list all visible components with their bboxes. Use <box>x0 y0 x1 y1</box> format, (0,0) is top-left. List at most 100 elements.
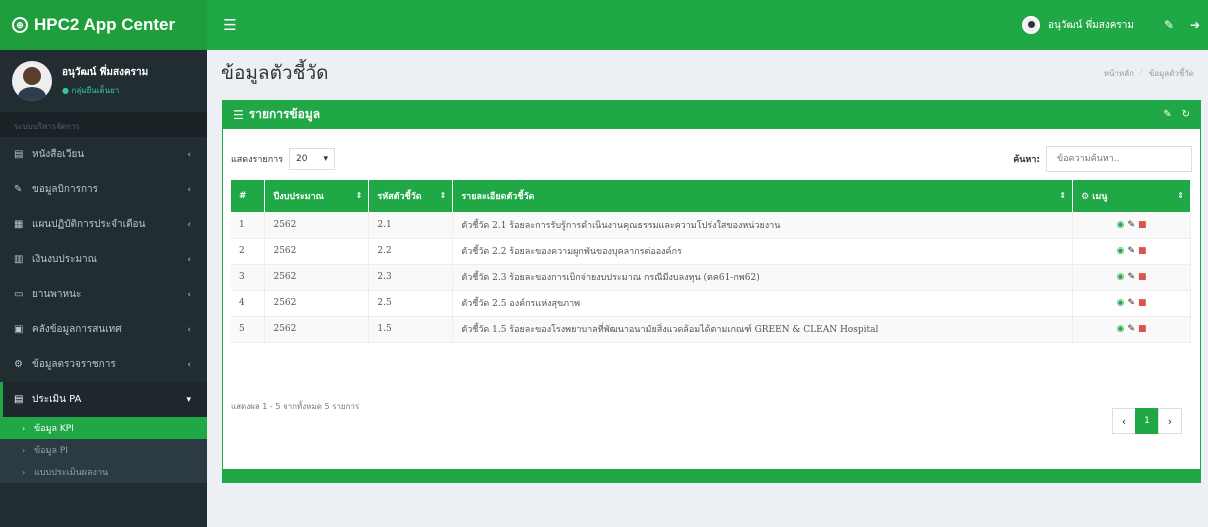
cell-detail: ตัวชี้วัด 2.2 ร้อยละของความผูกพันของบุคล… <box>452 238 1074 265</box>
breadcrumb: หน้าหลัก / ข้อมูลตัวชี้วัด <box>1104 67 1194 80</box>
sidebar-subitem-label: ข้อมูล KPI <box>34 424 74 434</box>
navbar-user-name: อนุวัฒน์ พึ่มสงคราม <box>1048 19 1134 31</box>
sidebar-item-budget[interactable]: ▥ เงินงบประมาณ ‹ <box>0 242 207 277</box>
chevron-left-icon: ‹ <box>187 289 191 300</box>
breadcrumb-home[interactable]: หน้าหลัก <box>1104 67 1134 80</box>
sidebar-subitem-label: แบบประเมินผลงาน <box>34 468 109 478</box>
gear-icon: ⚙ <box>1081 192 1093 202</box>
table-icon: ▤ <box>14 394 24 405</box>
chevron-down-icon: ▾ <box>323 154 329 164</box>
sidebar-item-service-info[interactable]: ✎ ขอมูลบิการการ ‹ <box>0 172 207 207</box>
image-icon: ▣ <box>14 324 24 335</box>
page-length-label: แสดงรายการ <box>231 155 284 165</box>
sidebar-item-label: แผนปฏิบัติการประจำเดือน <box>32 219 146 230</box>
sidebar-submenu: › ข้อมูล KPI › ข้อมูล PI › แบบประเมินผลง… <box>0 417 207 483</box>
chevron-left-icon: ‹ <box>187 184 191 195</box>
view-icon[interactable]: ◉ <box>1117 324 1125 334</box>
circle-icon: › <box>22 467 26 477</box>
sidebar-user-status: ● กลุ่มยืนเด็นยา <box>62 86 120 95</box>
table-header-row: # ปีงบประมาณ ⇕ รหัสตัวชี้วัด ⇕ รายละเอียดต… <box>231 180 1191 212</box>
sidebar-subitem-kpi[interactable]: › ข้อมูล KPI <box>0 417 207 439</box>
col-header-menu[interactable]: ⚙ เมนู ⇕ <box>1072 180 1191 212</box>
edit-icon[interactable]: ✎ <box>1127 272 1135 282</box>
edit-icon[interactable]: ✎ <box>1127 246 1135 256</box>
delete-icon[interactable]: ■ <box>1138 272 1147 282</box>
cell-year: 2562 <box>264 290 370 317</box>
sidebar-item-vehicles[interactable]: ▭ ยานพาหนะ ‹ <box>0 277 207 312</box>
col-header-detail[interactable]: รายละเอียดตัวชี้วัด ⇕ <box>452 180 1074 212</box>
circle-icon: › <box>22 423 26 433</box>
navbar-avatar <box>1022 16 1041 34</box>
wrench-icon[interactable]: ✎ <box>1156 18 1182 32</box>
breadcrumb-separator: / <box>1140 66 1143 76</box>
delete-icon[interactable]: ■ <box>1138 220 1147 230</box>
envelope-icon: ▤ <box>14 149 24 160</box>
chevron-left-icon: ‹ <box>187 359 191 370</box>
sidebar-item-information-store[interactable]: ▣ คลังข้อมูลการสนเทศ ‹ <box>0 312 207 347</box>
sidebar-item-inspection[interactable]: ⚙ ข้อมูลตรวจราชการ ‹ <box>0 347 207 382</box>
kpi-table: # ปีงบประมาณ ⇕ รหัสตัวชี้วัด ⇕ รายละเอียดต… <box>231 180 1191 343</box>
delete-icon[interactable]: ■ <box>1138 298 1147 308</box>
search-label: ค้นหา: <box>1013 155 1040 165</box>
cell-actions: ◉ ✎ ■ <box>1072 238 1191 265</box>
table-row: 5 2562 1.5 ตัวชี้วัด 1.5 ร้อยละของโรงพยา… <box>231 316 1191 343</box>
pagination-next-button[interactable]: › <box>1158 408 1182 434</box>
cell-code: 2.1 <box>368 212 454 239</box>
delete-icon[interactable]: ■ <box>1138 246 1147 256</box>
gear-icon: ⚙ <box>14 359 23 370</box>
view-icon[interactable]: ◉ <box>1117 220 1125 230</box>
navbar-user-menu[interactable]: อนุวัฒน์ พึ่มสงคราม <box>1022 16 1134 34</box>
sidebar-item-monthly-plan[interactable]: ▦ แผนปฏิบัติการประจำเดือน ‹ <box>0 207 207 242</box>
edit-icon[interactable]: ✎ <box>1127 324 1135 334</box>
sidebar-subitem-evaluation-form[interactable]: › แบบประเมินผลงาน <box>0 461 207 483</box>
sign-out-icon[interactable]: ➔ <box>1182 18 1208 32</box>
cell-year: 2562 <box>264 238 370 265</box>
sidebar-subitem-pi[interactable]: › ข้อมูล PI <box>0 439 207 461</box>
refresh-icon[interactable]: ↻ <box>1182 109 1190 120</box>
cell-year: 2562 <box>264 264 370 291</box>
sidebar-toggle-icon[interactable]: ☰ <box>215 16 245 34</box>
cell-actions: ◉ ✎ ■ <box>1072 290 1191 317</box>
col-header-year[interactable]: ปีงบประมาณ ⇕ <box>264 180 370 212</box>
sidebar-menu-header: ระบบบริหารจัดการ <box>0 112 207 137</box>
list-icon: ☰ <box>233 107 244 122</box>
money-icon: ▥ <box>14 254 24 265</box>
page-length-value: 20 <box>296 154 308 164</box>
delete-icon[interactable]: ■ <box>1138 324 1147 334</box>
app-title: HPC2 App Center <box>34 15 176 34</box>
sidebar-item-circular-letters[interactable]: ▤ หนังสือเวียน ‹ <box>0 137 207 172</box>
pagination-prev-button[interactable]: ‹ <box>1112 408 1136 434</box>
chevron-left-icon: ‹ <box>187 149 191 160</box>
view-icon[interactable]: ◉ <box>1117 272 1125 282</box>
chevron-left-icon: ‹ <box>187 324 191 335</box>
sidebar-item-label: คลังข้อมูลการสนเทศ <box>32 324 122 335</box>
pagination-page-button[interactable]: 1 <box>1135 408 1159 434</box>
cell-code: 2.2 <box>368 238 454 265</box>
cell-code: 2.5 <box>368 290 454 317</box>
wrench-tool-icon[interactable]: ✎ <box>1163 109 1171 120</box>
sort-icon: ⇕ <box>1177 191 1184 200</box>
view-icon[interactable]: ◉ <box>1117 246 1125 256</box>
chevron-down-icon: ▾ <box>186 394 191 405</box>
col-header-code[interactable]: รหัสตัวชี้วัด ⇕ <box>368 180 454 212</box>
cell-actions: ◉ ✎ ■ <box>1072 264 1191 291</box>
edit-icon[interactable]: ✎ <box>1127 298 1135 308</box>
app-logo[interactable]: ⊕ HPC2 App Center <box>0 0 207 50</box>
edit-icon[interactable]: ✎ <box>1127 220 1135 230</box>
table-row: 3 2562 2.3 ตัวชี้วัด 2.3 ร้อยละของการเบิ… <box>231 264 1191 291</box>
cell-code: 1.5 <box>368 316 454 343</box>
pagination: ‹ 1 › <box>1112 408 1182 434</box>
col-header-number[interactable]: # <box>231 180 266 212</box>
circle-icon: › <box>22 445 26 455</box>
sidebar: อนุวัฒน์ พึ่มสงคราม ● กลุ่มยืนเด็นยา ระบ… <box>0 50 207 527</box>
box-header: ☰ รายการข้อมูล ✎ ↻ <box>223 100 1200 129</box>
sort-icon: ⇕ <box>1059 191 1067 200</box>
search-input[interactable] <box>1046 146 1192 172</box>
cell-actions: ◉ ✎ ■ <box>1072 316 1191 343</box>
view-icon[interactable]: ◉ <box>1117 298 1125 308</box>
sidebar-item-label: ข้อมูลตรวจราชการ <box>32 359 116 370</box>
cell-number: 3 <box>231 264 266 291</box>
sidebar-item-pa-evaluation[interactable]: ▤ ประเมิน PA ▾ <box>0 382 207 417</box>
calendar-icon: ▦ <box>14 219 24 230</box>
page-length-select[interactable]: 20 ▾ <box>289 148 336 170</box>
